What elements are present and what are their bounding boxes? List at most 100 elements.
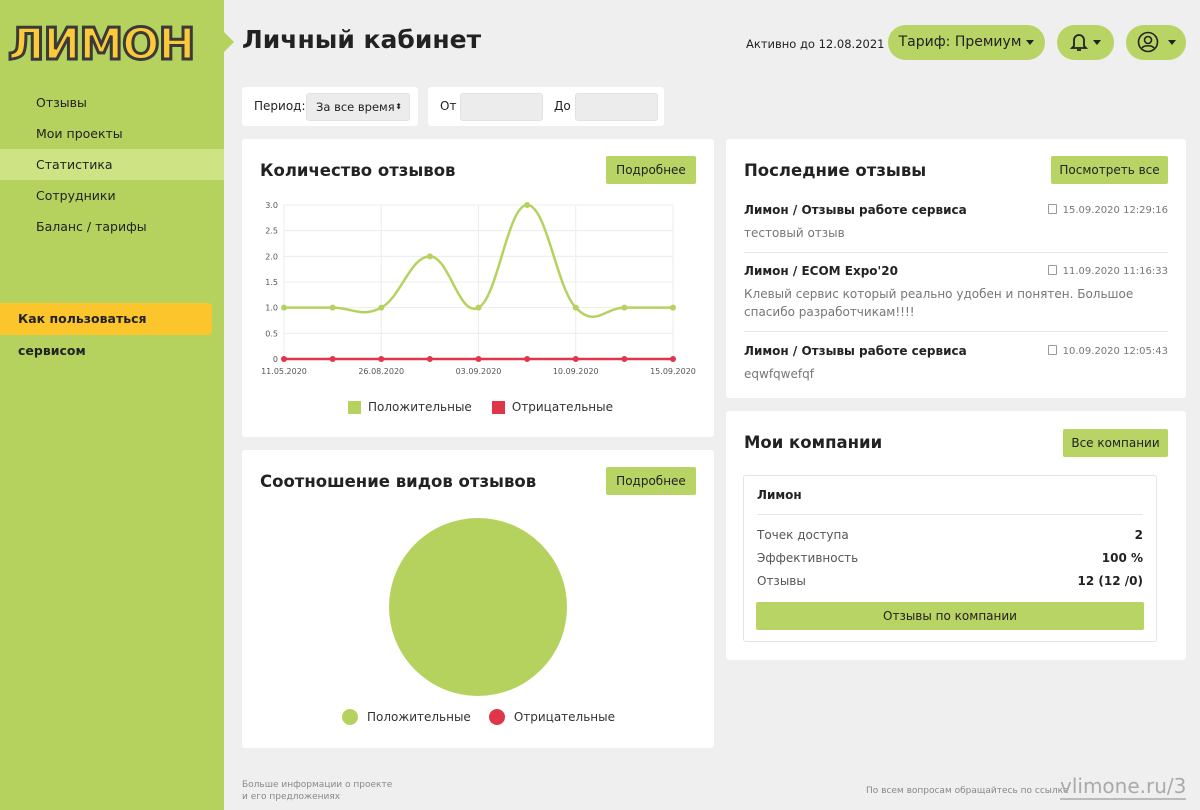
review-item[interactable]: Лимон / ECOM Expo'20 11.09.2020 11:16:33…: [744, 264, 1168, 321]
review-date-text: 10.09.2020 12:05:43: [1062, 346, 1168, 357]
y-tick-label: 1.5: [265, 278, 278, 287]
y-tick-label: 3.0: [265, 201, 278, 210]
data-point: [281, 304, 287, 311]
calendar-icon: [1047, 345, 1057, 355]
legend-dot-negative: [488, 709, 505, 725]
from-label: От: [440, 99, 457, 113]
row-value: 2: [1134, 528, 1143, 542]
sidebar-nav: Отзывы Мои проекты Статистика Сотрудники…: [0, 87, 224, 242]
review-item[interactable]: Лимон / Отзывы работе сервиса 10.09.2020…: [744, 344, 1168, 383]
period-label: Период:: [254, 99, 306, 113]
y-tick-label: 2.5: [265, 227, 278, 236]
data-point: [621, 356, 628, 362]
tariff-label: Тариф: Премиум: [898, 34, 1022, 50]
how-to-use-button[interactable]: Как пользоваться сервисом: [0, 303, 212, 358]
legend-swatch-negative: [491, 400, 505, 414]
company-name: Лимон: [757, 488, 802, 502]
sidebar-item-employees[interactable]: Сотрудники: [0, 180, 224, 211]
review-text: Клевый сервис который реально удобен и п…: [744, 287, 1134, 319]
calendar-icon: [1047, 265, 1057, 275]
sidebar-item-projects[interactable]: Мои проекты: [0, 118, 224, 149]
footer-info[interactable]: Больше информации о проекте и его предлож…: [242, 779, 392, 803]
divider: [757, 514, 1143, 515]
date-filter: От До: [428, 87, 664, 126]
review-date: 11.09.2020 11:16:33: [1047, 265, 1168, 277]
to-date-input[interactable]: [575, 93, 658, 121]
row-label: Эффективность: [757, 551, 859, 565]
review-date: 15.09.2020 12:29:16: [1047, 204, 1168, 216]
data-point: [670, 356, 676, 362]
sidebar-item-reviews[interactable]: Отзывы: [0, 87, 224, 118]
y-tick-label: 0: [273, 355, 278, 364]
from-date-input[interactable]: [460, 93, 543, 121]
legend-negative[interactable]: Отрицательные: [514, 710, 615, 724]
sidebar: ЛИМОН Отзывы Мои проекты Статистика Сотр…: [0, 0, 224, 810]
ratio-card: Соотношение видов отзывов Подробнее Поло…: [242, 450, 714, 748]
chevron-down-icon: [1093, 39, 1101, 45]
x-tick-label: 26.08.2020: [358, 367, 404, 376]
footer-line: Больше информации о проекте: [242, 780, 393, 790]
footer-link[interactable]: vlimone.ru/3: [1060, 774, 1187, 800]
data-point: [378, 356, 385, 362]
review-text: eqwfqwefqf: [744, 367, 814, 381]
x-tick-label: 15.09.2020: [650, 367, 696, 376]
data-point: [378, 304, 385, 311]
row-value: 12 (12 /0): [1077, 574, 1143, 588]
data-point: [426, 356, 433, 362]
data-point: [670, 304, 676, 311]
row-value: 100 %: [1101, 551, 1143, 565]
x-tick-label: 11.05.2020: [261, 367, 307, 376]
access-points-row: Точек доступа 2: [757, 528, 1143, 542]
divider: [744, 252, 1168, 253]
pie-chart: [389, 518, 567, 696]
data-point: [524, 356, 531, 362]
calendar-icon: [1047, 204, 1057, 214]
data-point: [475, 356, 482, 362]
pie-legend: Положительные Отрицательные: [342, 709, 615, 725]
pie-slice: [389, 518, 567, 696]
y-tick-label: 0.5: [265, 329, 278, 338]
chart-legend: Положительные Отрицательные: [348, 400, 613, 414]
legend-swatch-positive: [348, 400, 361, 414]
legend-negative[interactable]: Отрицательные: [512, 400, 613, 414]
x-tick-label: 03.09.2020: [456, 367, 502, 376]
data-point: [426, 253, 433, 260]
row-label: Точек доступа: [757, 528, 849, 542]
reviews-row: Отзывы 12 (12 /0): [757, 574, 1143, 588]
row-label: Отзывы: [757, 574, 806, 588]
review-item[interactable]: Лимон / Отзывы работе сервиса 15.09.2020…: [744, 203, 1168, 242]
notifications-dropdown[interactable]: [1057, 25, 1114, 60]
view-all-button[interactable]: Посмотреть все: [1051, 156, 1168, 184]
profile-dropdown[interactable]: [1126, 25, 1186, 60]
sidebar-item-statistics[interactable]: Статистика: [0, 149, 224, 180]
divider: [744, 331, 1168, 332]
data-point: [475, 304, 482, 311]
to-label: До: [554, 99, 571, 113]
logo[interactable]: ЛИМОН: [6, 20, 208, 69]
user-avatar-icon: [1137, 31, 1158, 53]
company-reviews-button[interactable]: Отзывы по компании: [756, 602, 1144, 630]
data-point: [329, 356, 336, 362]
reviews-count-card: Количество отзывов Подробнее 0 0.5 1.0 1.5 2…: [242, 139, 714, 437]
review-date-text: 11.09.2020 11:16:33: [1062, 266, 1168, 277]
tariff-dropdown[interactable]: Тариф: Премиум: [888, 25, 1045, 60]
data-point: [572, 304, 579, 311]
page-title: Личный кабинет: [242, 25, 482, 54]
sidebar-item-balance[interactable]: Баланс / тарифы: [0, 211, 224, 242]
line-chart: 0 0.5 1.0 1.5 2.0 2.5 3.0 11.05.2020 26.08.2020 0…: [261, 201, 696, 376]
y-tick-label: 1.0: [265, 304, 278, 313]
legend-positive[interactable]: Положительные: [368, 400, 472, 414]
card-title: Последние отзывы: [744, 161, 927, 180]
efficiency-row: Эффективность 100 %: [757, 551, 1143, 565]
bell-icon: [1069, 34, 1089, 51]
legend-positive[interactable]: Положительные: [367, 710, 471, 724]
company-card: Лимон Точек доступа 2 Эффективность 100 % …: [743, 475, 1157, 642]
all-companies-button[interactable]: Все компании: [1063, 429, 1168, 457]
period-value: За все время: [316, 100, 395, 114]
companies-card: Мои компании Все компании Лимон Точек до…: [726, 411, 1186, 660]
review-date-text: 15.09.2020 12:29:16: [1062, 205, 1168, 216]
period-filter: Период: За все время ⬍: [242, 87, 418, 126]
data-point: [329, 304, 336, 311]
title-arrow-icon: [224, 32, 234, 52]
period-select[interactable]: За все время ⬍: [306, 93, 410, 121]
